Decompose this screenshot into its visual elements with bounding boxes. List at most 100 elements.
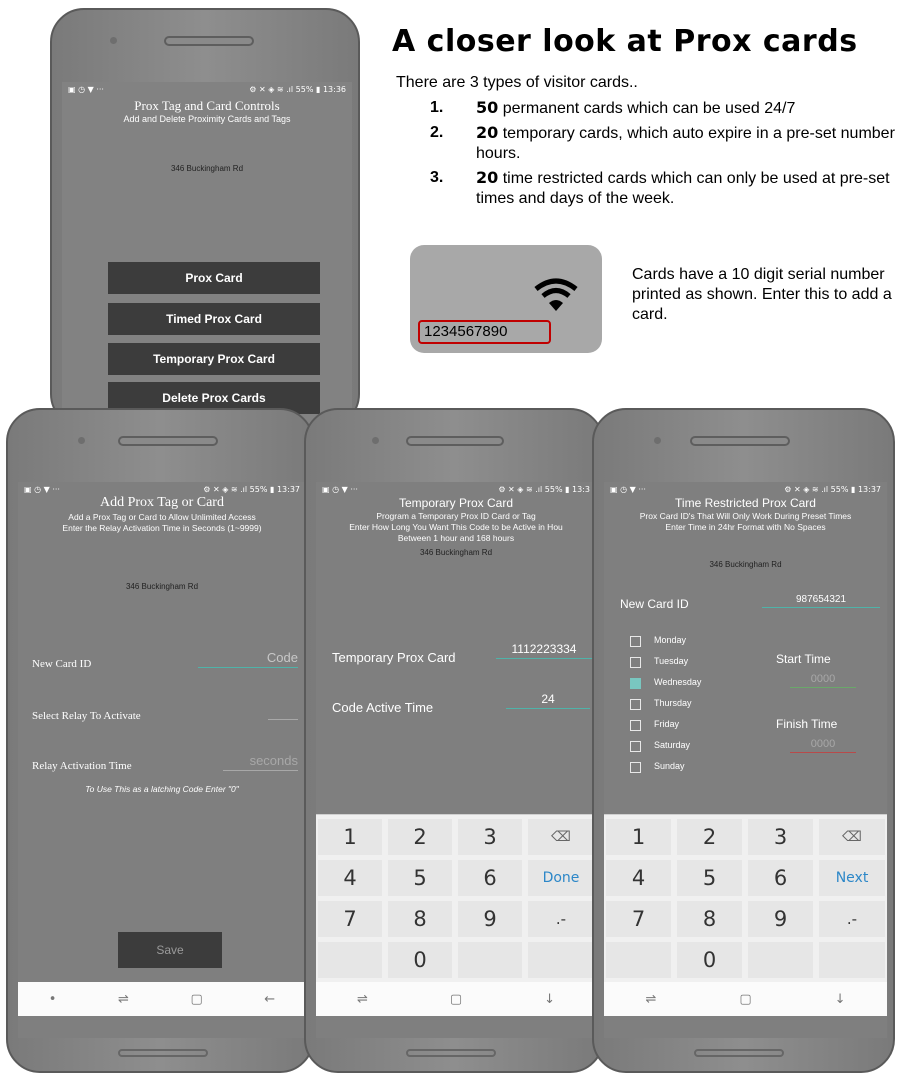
blank-key: [528, 942, 594, 978]
new-card-label: New Card ID: [620, 597, 689, 611]
camera-icon: [78, 437, 85, 444]
latching-note: To Use This as a latching Code Enter "0": [85, 784, 239, 794]
key-8[interactable]: 8: [677, 901, 742, 937]
key-7[interactable]: 7: [318, 901, 382, 937]
phone-add-card: ▣ ◷ ▼ ··· ⚙ ✕ ◈ ≋ .ıl 55% ▮ 13:37 Add Pro…: [6, 408, 314, 1073]
key-0[interactable]: 0: [677, 942, 742, 978]
key-5[interactable]: 5: [388, 860, 452, 896]
key-3[interactable]: 3: [458, 819, 522, 855]
back-icon[interactable]: ←: [264, 992, 275, 1007]
camera-icon: [372, 437, 379, 444]
thursday-checkbox[interactable]: [630, 699, 641, 710]
home-icon[interactable]: ▢: [739, 992, 751, 1007]
key-4[interactable]: 4: [318, 860, 382, 896]
friday-label: Friday: [654, 719, 680, 729]
key-9[interactable]: 9: [748, 901, 813, 937]
prox-card-illustration: 1234567890: [410, 245, 602, 353]
key-5[interactable]: 5: [677, 860, 742, 896]
temporary-prox-card-button[interactable]: Temporary Prox Card: [108, 343, 320, 375]
blank-key: [748, 942, 813, 978]
prox-card-button[interactable]: Prox Card: [108, 262, 320, 294]
page-instructions: Enter the Relay Activation Time in Secon…: [62, 523, 262, 533]
monday-checkbox[interactable]: [630, 636, 641, 647]
chin-bar: [694, 1049, 784, 1057]
new-card-label: New Card ID: [32, 658, 92, 670]
wednesday-checkbox[interactable]: [630, 678, 641, 689]
temporary-card-field[interactable]: 1112223334: [496, 642, 592, 659]
new-card-field[interactable]: 987654321: [762, 594, 880, 608]
finish-time-field[interactable]: 0000: [790, 738, 856, 753]
wireless-icon: [534, 278, 578, 311]
key-2[interactable]: 2: [677, 819, 742, 855]
key-2[interactable]: 2: [388, 819, 452, 855]
key-0[interactable]: 0: [388, 942, 452, 978]
monday-label: Monday: [654, 635, 687, 645]
saturday-checkbox[interactable]: [630, 741, 641, 752]
screen: ▣ ◷ ▼ ··· ⚙ ✕ ◈ ≋ .ıl 55% ▮ 13:37 Add Pro…: [18, 482, 306, 1038]
new-card-field[interactable]: Code: [198, 650, 298, 668]
screen: ▣ ◷ ▼ ··· ⚙ ✕ ◈ ≋ .ıl 55% ▮ 13:37 Time Re…: [604, 482, 887, 1038]
select-relay-dropdown[interactable]: [268, 706, 298, 720]
key-6[interactable]: 6: [458, 860, 522, 896]
key-7[interactable]: 7: [606, 901, 671, 937]
select-relay-label: Select Relay To Activate: [32, 710, 141, 722]
chin-bar: [118, 1049, 208, 1057]
wednesday-label: Wednesday: [654, 677, 702, 687]
screen: ▣ ◷ ▼ ··· ⚙ ✕ ◈ ≋ .ıl 55% ▮ 13:3 Temporar…: [316, 482, 596, 1038]
timed-prox-card-button[interactable]: Timed Prox Card: [108, 303, 320, 335]
key-8[interactable]: 8: [388, 901, 452, 937]
nav-bar: • ⇌ ▢ ←: [18, 982, 306, 1016]
address-label: 346 Buckingham Rd: [709, 560, 782, 569]
sunday-checkbox[interactable]: [630, 762, 641, 773]
code-active-time-field[interactable]: 24: [506, 692, 590, 709]
key-1[interactable]: 1: [606, 819, 671, 855]
page-title: Prox Tag and Card Controls: [134, 98, 280, 113]
list-item: 2. 20 temporary cards, which auto expire …: [430, 123, 897, 162]
next-key[interactable]: Next: [819, 860, 885, 896]
page-subtitle: Add a Prox Tag or Card to Allow Unlimite…: [68, 512, 256, 522]
save-button[interactable]: Save: [118, 932, 222, 968]
card-note: Cards have a 10 digit serial number prin…: [632, 266, 892, 323]
recents-icon[interactable]: ⇌: [357, 992, 368, 1007]
status-bar: ▣ ◷ ▼ ··· ⚙ ✕ ◈ ≋ .ıl 55% ▮ 13:37: [610, 484, 881, 494]
code-active-time-label: Code Active Time: [332, 700, 434, 715]
camera-icon: [654, 437, 661, 444]
nav-dot-icon: •: [48, 991, 57, 1007]
key-3[interactable]: 3: [748, 819, 813, 855]
thursday-label: Thursday: [654, 698, 692, 708]
page-title: Add Prox Tag or Card: [100, 495, 224, 510]
finish-time-label: Finish Time: [776, 717, 838, 731]
page-subtitle: Program a Temporary Prox ID Card or Tag: [376, 511, 536, 521]
symbol-key[interactable]: .-: [819, 901, 885, 937]
home-icon[interactable]: ▢: [450, 992, 462, 1007]
hide-keyboard-icon[interactable]: ↓: [544, 992, 555, 1007]
phone-time-restricted-card: ▣ ◷ ▼ ··· ⚙ ✕ ◈ ≋ .ıl 55% ▮ 13:37 Time Re…: [592, 408, 895, 1073]
key-4[interactable]: 4: [606, 860, 671, 896]
page-range-note: Between 1 hour and 168 hours: [397, 533, 515, 543]
start-time-field[interactable]: 0000: [790, 673, 856, 688]
recents-icon[interactable]: ⇌: [645, 992, 656, 1007]
relay-time-field[interactable]: seconds: [223, 753, 298, 771]
numeric-keypad: 1 2 3 ⌫ 4 5 6 Done 7 8 9 .- 0: [316, 814, 596, 982]
address-label: 346 Buckingham Rd: [170, 164, 244, 173]
speaker-grille: [164, 36, 254, 46]
blank-key: [318, 942, 382, 978]
key-9[interactable]: 9: [458, 901, 522, 937]
relay-time-label: Relay Activation Time: [32, 760, 132, 772]
symbol-key[interactable]: .-: [528, 901, 594, 937]
done-key[interactable]: Done: [528, 860, 594, 896]
key-6[interactable]: 6: [748, 860, 813, 896]
hide-keyboard-icon[interactable]: ↓: [835, 992, 846, 1007]
backspace-key[interactable]: ⌫: [819, 819, 885, 855]
friday-checkbox[interactable]: [630, 720, 641, 731]
home-icon[interactable]: ▢: [190, 992, 202, 1007]
blank-key: [819, 942, 885, 978]
speaker-grille: [406, 436, 504, 446]
tuesday-checkbox[interactable]: [630, 657, 641, 668]
backspace-key[interactable]: ⌫: [528, 819, 594, 855]
phone-menu: ▣ ◷ ▼ ··· ⚙ ✕ ◈ ≋ .ıl 55% ▮ 13:36 Prox Ta…: [50, 8, 360, 428]
recents-icon[interactable]: ⇌: [118, 992, 129, 1007]
address-label: 346 Buckingham Rd: [125, 582, 199, 591]
key-1[interactable]: 1: [318, 819, 382, 855]
address-label: 346 Buckingham Rd: [419, 548, 493, 557]
